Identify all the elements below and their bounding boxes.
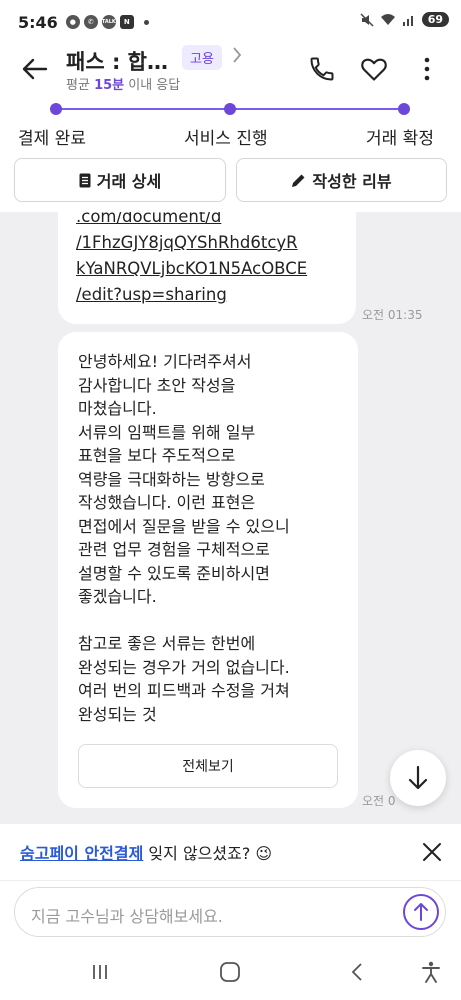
message-line: 좋겠습니다. — [78, 587, 157, 606]
status-time: 5:46 — [18, 12, 58, 32]
message-line: 감사합니다 초안 작성을 — [78, 375, 236, 395]
header: 패스 : 합… 고용 평균 15분 이내 응답 — [0, 44, 461, 96]
document-link-line-3[interactable]: kYaNRQVLjbcKO1N5AcOBCE — [76, 256, 307, 282]
link-message-time: 오전 01:35 — [362, 308, 423, 322]
favorite-button[interactable] — [358, 53, 390, 85]
link-message-bubble: .com/document/d /1FhzGJY8jqQYShRhd6tcyR … — [58, 212, 356, 324]
scroll-down-button[interactable] — [390, 750, 446, 806]
message-input-bar: 지금 고수님과 상담해보세요. — [0, 880, 461, 942]
my-review-label: 작성한 리뷰 — [312, 172, 392, 191]
action-buttons: 거래 상세 작성한 리뷰 — [0, 158, 461, 204]
message-line: 표현을 보다 주도적으로 — [78, 446, 236, 465]
more-notifications-icon — [143, 19, 149, 25]
accessibility-icon — [422, 961, 440, 983]
banner-text: 숨고페이 안전결제 잊지 않으셨죠? 😉 — [20, 840, 272, 864]
message-input[interactable]: 지금 고수님과 상담해보세요. — [14, 887, 446, 937]
signal-icon — [402, 15, 413, 26]
category-badge: 고용 — [182, 45, 222, 70]
safe-payment-banner: 숨고페이 안전결제 잊지 않으셨죠? 😉 — [0, 824, 461, 880]
transaction-detail-label: 거래 상세 — [96, 172, 162, 191]
call-button[interactable] — [306, 53, 338, 85]
response-time-suffix: 이내 응답 — [124, 78, 181, 93]
arrow-up-icon — [414, 903, 428, 921]
banner-close-button[interactable] — [418, 838, 446, 866]
wifi-icon — [380, 13, 395, 25]
heart-icon — [361, 58, 387, 81]
naver-icon: N — [119, 15, 134, 29]
more-vertical-icon — [424, 57, 430, 81]
message-line: 안녕하세요! 기다려주셔서 — [78, 352, 252, 371]
document-link-line-2[interactable]: /1FhzGJY8jqQYShRhd6tcyR — [76, 230, 298, 256]
my-review-button[interactable]: 작성한 리뷰 — [236, 158, 447, 202]
mute-icon — [360, 12, 374, 27]
chevron-right-icon[interactable] — [232, 46, 242, 68]
progress-dot-step-3 — [398, 103, 410, 115]
accessibility-button[interactable] — [416, 958, 446, 986]
message-line: 참고로 좋은 서류는 한번에 — [78, 634, 256, 653]
status-right: 69 — [360, 12, 449, 27]
system-nav-bar — [0, 944, 461, 1000]
send-button[interactable] — [403, 894, 439, 930]
home-button[interactable] — [215, 958, 245, 986]
message-input-placeholder: 지금 고수님과 상담해보세요. — [31, 907, 223, 926]
more-options-button[interactable] — [414, 53, 440, 85]
notification-icon: ● — [65, 15, 80, 29]
page-title[interactable]: 패스 : 합… — [66, 46, 168, 76]
message-line: 면접에서 질문을 받을 수 있으니 — [78, 516, 290, 536]
status-bar: 5:46 ● ✆ TALK N 69 — [0, 0, 461, 44]
pencil-icon — [292, 174, 305, 187]
message-line: 설명할 수 있도록 준비하시면 — [78, 563, 270, 583]
message-line: 완성되는 것 — [78, 704, 157, 724]
back-nav-icon — [351, 963, 362, 981]
phone-call-icon: ✆ — [83, 15, 98, 29]
progress-label-step-2: 서비스 진행 — [184, 129, 268, 149]
message-line: 관련 업무 경험을 구체적으로 — [78, 540, 270, 559]
message-bubble: 안녕하세요! 기다려주셔서 감사합니다 초안 작성을 마쳤습니다. 서류의 임팩… — [58, 332, 358, 808]
document-link-line-1[interactable]: .com/document/d — [76, 212, 221, 230]
message-line: 완성되는 경우가 거의 없습니다. — [78, 657, 290, 677]
transaction-detail-button[interactable]: 거래 상세 — [14, 158, 226, 202]
safe-payment-link[interactable]: 숨고페이 안전결제 — [20, 844, 143, 863]
response-time: 평균 15분 이내 응답 — [66, 74, 180, 93]
chat-area[interactable]: .com/document/d /1FhzGJY8jqQYShRhd6tcyR … — [0, 212, 461, 824]
progress-dot-step-1 — [50, 103, 62, 115]
response-time-value: 15분 — [94, 78, 125, 93]
phone-icon — [310, 57, 334, 81]
message-line: 마쳤습니다. — [78, 399, 157, 418]
banner-message: 잊지 않으셨죠? 😉 — [143, 844, 273, 863]
progress-dot-step-2 — [224, 103, 236, 115]
message-line: 여러 번의 피드백과 수정을 거쳐 — [78, 681, 290, 700]
message-text: 안녕하세요! 기다려주셔서 감사합니다 초안 작성을 마쳤습니다. 서류의 임팩… — [78, 350, 290, 726]
view-all-button[interactable]: 전체보기 — [78, 744, 338, 788]
recent-apps-button[interactable] — [85, 958, 115, 986]
recent-apps-icon — [93, 965, 107, 979]
document-link-line-4[interactable]: /edit?usp=sharing — [76, 282, 227, 308]
arrow-down-icon — [408, 765, 428, 790]
kakaotalk-icon: TALK — [101, 15, 116, 29]
message-line: 서류의 임팩트를 위해 일부 — [78, 422, 256, 442]
response-time-prefix: 평균 — [66, 78, 95, 93]
back-button[interactable] — [20, 54, 50, 84]
progress-label-step-1: 결제 완료 — [18, 129, 86, 149]
progress-label-step-3: 거래 확정 — [366, 129, 434, 149]
home-icon — [220, 962, 240, 982]
message-time: 오전 0 — [362, 794, 396, 808]
message-line — [78, 609, 290, 633]
message-line: 역량을 극대화하는 방향으로 — [78, 469, 265, 489]
message-line: 작성했습니다. 이런 표현은 — [78, 493, 256, 512]
progress-tracker: 결제 완료 서비스 진행 거래 확정 — [0, 96, 461, 152]
arrow-left-icon — [22, 58, 48, 80]
battery-indicator: 69 — [421, 12, 449, 27]
receipt-icon — [79, 173, 91, 187]
back-nav-button[interactable] — [342, 958, 372, 986]
close-icon — [423, 843, 441, 861]
